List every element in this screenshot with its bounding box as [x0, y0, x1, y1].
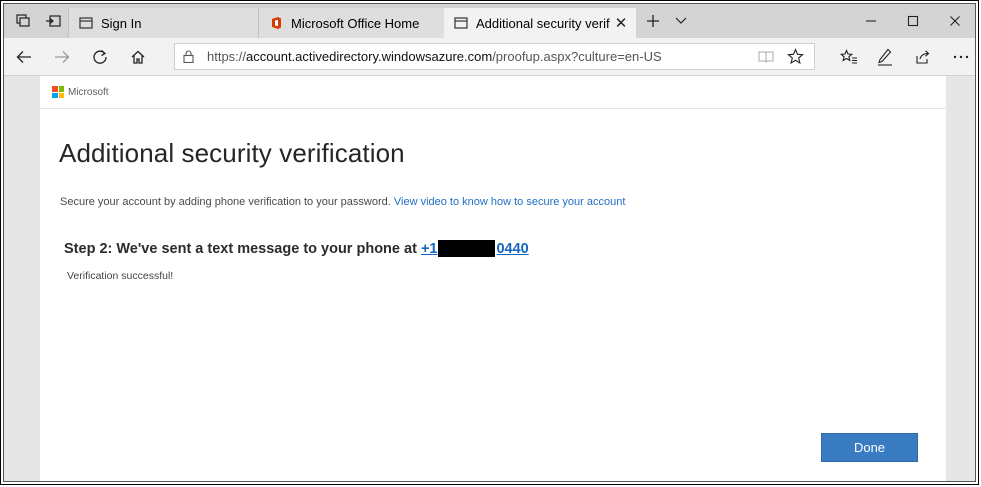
microsoft-logo-icon: [52, 86, 64, 98]
verification-status: Verification successful!: [67, 270, 174, 282]
tab-strip: Sign In Microsoft Office Home Additional…: [4, 4, 975, 38]
page-sheet: Microsoft Additional security verificati…: [40, 76, 946, 481]
microsoft-header: Microsoft: [40, 76, 946, 109]
reading-view-icon[interactable]: [758, 50, 774, 69]
page-icon: [454, 17, 468, 29]
step-heading: Step 2: We've sent a text message to you…: [64, 240, 529, 257]
navigation-bar: https://account.activedirectory.windowsa…: [4, 38, 975, 76]
forward-arrow-icon[interactable]: [50, 45, 74, 69]
more-menu-icon[interactable]: [948, 45, 974, 69]
url-text[interactable]: https://account.activedirectory.windowsa…: [207, 49, 662, 64]
url-scheme: https://: [207, 49, 247, 64]
url-host: account.activedirectory.windowsazure.com: [246, 49, 493, 64]
page-title: Additional security verification: [59, 138, 405, 168]
new-tab-icon[interactable]: [640, 10, 666, 32]
maximize-icon[interactable]: [898, 11, 928, 31]
tab-sign-in[interactable]: Sign In: [68, 8, 258, 38]
brand-name: Microsoft: [68, 86, 109, 98]
page-icon: [79, 17, 93, 29]
intro-text: Secure your account by adding phone veri…: [60, 196, 391, 208]
url-path: /proofup.aspx?culture=en-US: [492, 49, 662, 64]
phone-suffix: 0440: [496, 240, 529, 257]
tab-office-home[interactable]: Microsoft Office Home: [258, 8, 444, 38]
close-window-icon[interactable]: [940, 11, 970, 31]
tab-security-verification[interactable]: Additional security verif ✕: [444, 8, 636, 38]
minimize-icon[interactable]: [856, 11, 886, 31]
refresh-icon[interactable]: [88, 45, 112, 69]
screenshot-frame: Sign In Microsoft Office Home Additional…: [0, 0, 979, 485]
page-viewport: Microsoft Additional security verificati…: [4, 76, 975, 481]
tab-list-chevron-icon[interactable]: [668, 10, 694, 32]
tab-label: Additional security verif: [476, 15, 610, 31]
home-icon[interactable]: [126, 45, 150, 69]
share-icon[interactable]: [910, 45, 936, 69]
tab-label: Sign In: [101, 15, 142, 31]
set-tabs-aside-icon[interactable]: [40, 10, 66, 32]
intro-paragraph: Secure your account by adding phone veri…: [60, 196, 625, 208]
lock-icon[interactable]: [183, 50, 194, 68]
tab-label: Microsoft Office Home: [291, 15, 420, 31]
microsoft-logo: Microsoft: [52, 86, 109, 98]
favorite-star-icon[interactable]: [787, 48, 804, 70]
back-arrow-icon[interactable]: [12, 45, 36, 69]
done-button[interactable]: Done: [821, 433, 918, 462]
step-text: Step 2: We've sent a text message to you…: [64, 240, 417, 257]
pen-notes-icon[interactable]: [872, 45, 898, 69]
tab-preview-icon[interactable]: [10, 10, 36, 32]
address-bar[interactable]: https://account.activedirectory.windowsa…: [174, 43, 815, 70]
office-logo-icon: [272, 17, 281, 29]
browser-window: Sign In Microsoft Office Home Additional…: [3, 3, 976, 482]
redacted-block: [438, 240, 496, 257]
close-tab-icon[interactable]: ✕: [612, 14, 630, 32]
phone-prefix: +1: [420, 240, 438, 257]
phone-number-link[interactable]: +1 0440: [421, 240, 529, 257]
view-video-link[interactable]: View video to know how to secure your ac…: [394, 196, 626, 208]
favorites-hub-icon[interactable]: [836, 45, 862, 69]
